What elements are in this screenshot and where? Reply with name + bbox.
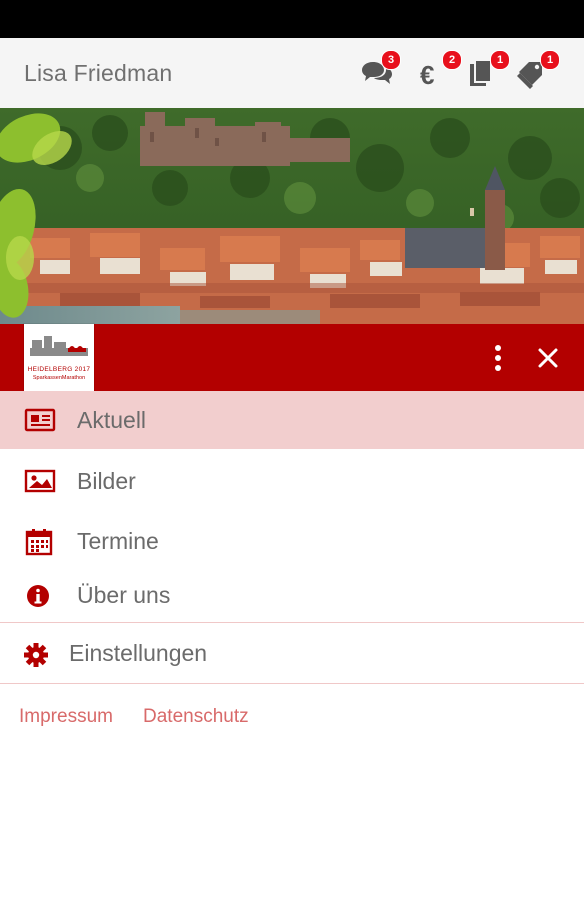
impressum-link[interactable]: Impressum — [19, 706, 113, 728]
menu-label: Aktuell — [77, 407, 147, 433]
badge: 2 — [442, 50, 462, 70]
menu-label: Über uns — [77, 582, 171, 608]
euro-icon[interactable]: € 2 — [418, 50, 462, 90]
datenschutz-link[interactable]: Datenschutz — [143, 706, 249, 728]
more-vertical-icon[interactable] — [486, 342, 510, 374]
menu-item-einstellungen[interactable]: Einstellungen — [0, 625, 584, 683]
chat-bubbles-icon[interactable]: 3 — [361, 50, 401, 90]
marathon-logo: HEIDELBERG 2017 SparkassenMarathon — [24, 324, 94, 391]
close-icon[interactable] — [534, 344, 562, 372]
divider — [0, 622, 584, 623]
menu-item-ueber-uns[interactable]: Über uns — [0, 566, 584, 624]
drawer-header: HEIDELBERG 2017 SparkassenMarathon — [0, 324, 584, 391]
svg-text:€: € — [420, 60, 434, 88]
image-icon — [24, 468, 56, 496]
menu-item-termine[interactable]: Termine — [0, 512, 584, 570]
status-bar — [0, 0, 584, 38]
documents-icon[interactable]: 1 — [468, 50, 510, 90]
divider — [0, 683, 584, 684]
user-name: Lisa Friedman — [24, 60, 173, 86]
menu-label: Einstellungen — [69, 640, 208, 666]
tags-icon[interactable]: 1 — [516, 50, 560, 90]
logo-subtext: SparkassenMarathon — [32, 375, 86, 381]
menu-item-aktuell[interactable]: Aktuell — [0, 391, 584, 449]
newspaper-icon — [24, 407, 56, 435]
app-header: Lisa Friedman 3 € 2 1 1 — [0, 38, 584, 108]
badge: 1 — [540, 50, 560, 70]
logo-text: HEIDELBERG 2017 — [27, 366, 91, 373]
menu-label: Termine — [77, 528, 159, 554]
info-icon — [24, 582, 56, 610]
badge: 3 — [381, 50, 401, 70]
menu-item-bilder[interactable]: Bilder — [0, 452, 584, 510]
calendar-icon — [24, 528, 56, 556]
badge: 1 — [490, 50, 510, 70]
gear-icon — [24, 641, 56, 669]
hero-image — [0, 108, 584, 324]
menu-label: Bilder — [77, 468, 136, 494]
